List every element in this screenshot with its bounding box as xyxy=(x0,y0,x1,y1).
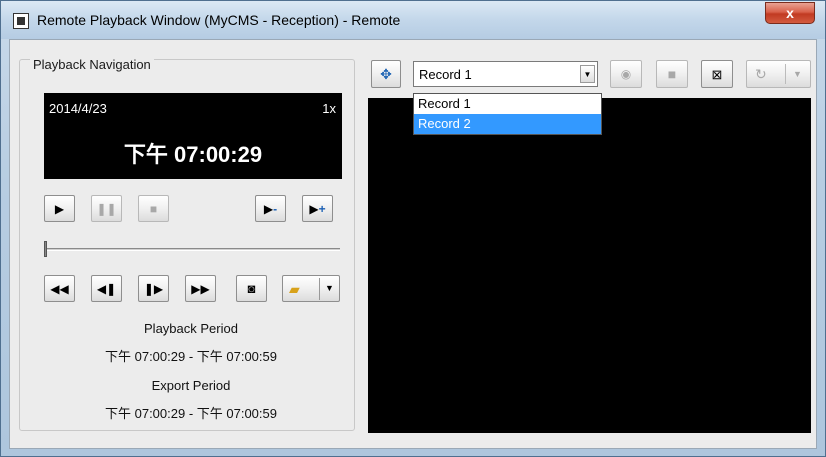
chevron-down-icon[interactable]: ▼ xyxy=(793,69,802,79)
snapshot-icon: ◙ xyxy=(247,281,256,296)
play-button[interactable]: ▶ xyxy=(44,195,75,222)
speed-down-icon: ▶- xyxy=(263,201,278,216)
timeline-slider-thumb[interactable] xyxy=(44,241,47,257)
pause-icon: ❚❚ xyxy=(96,201,117,216)
camera-off-icon: ⊠ xyxy=(711,66,723,82)
close-button[interactable]: x xyxy=(765,2,815,24)
stop-record-button[interactable]: ■ xyxy=(656,60,688,88)
display-date: 2014/4/23 xyxy=(49,101,107,116)
playback-period-label: Playback Period xyxy=(144,321,238,336)
snapshot-button[interactable]: ◙ xyxy=(236,275,267,302)
speed-up-button[interactable]: ▶+ xyxy=(302,195,333,222)
record-select[interactable]: Record 1 ▼ xyxy=(413,61,598,87)
export-icon: ▰ xyxy=(289,280,300,297)
playback-navigation-label: Playback Navigation xyxy=(30,57,154,72)
fast-forward-icon: ▶▶ xyxy=(191,281,210,296)
chevron-down-icon[interactable]: ▼ xyxy=(580,65,595,83)
play-icon: ▶ xyxy=(54,201,65,216)
speed-up-icon: ▶+ xyxy=(309,201,326,216)
record-option-1[interactable]: Record 1 xyxy=(414,94,601,114)
time-display: 2014/4/23 1x 下午 07:00:29 xyxy=(44,93,342,179)
display-speed: 1x xyxy=(322,101,336,116)
chevron-down-icon[interactable]: ▼ xyxy=(325,284,334,293)
ptz-icon: ◉ xyxy=(620,67,632,81)
step-back-icon: ◀❚ xyxy=(96,281,117,296)
fast-rewind-icon: ◀◀ xyxy=(50,281,69,296)
playback-period-value: 下午 07:00:29 - 下午 07:00:59 xyxy=(105,349,277,364)
ptz-button[interactable]: ◉ xyxy=(610,60,642,88)
fast-rewind-button[interactable]: ◀◀ xyxy=(44,275,75,302)
window-title: Remote Playback Window (MyCMS - Receptio… xyxy=(37,12,401,28)
app-icon xyxy=(13,13,29,29)
stop-button[interactable]: ■ xyxy=(138,195,169,222)
stop-icon: ■ xyxy=(149,201,158,216)
display-time: 下午 07:00:29 xyxy=(123,142,263,167)
record-select-value: Record 1 xyxy=(419,67,472,82)
speed-down-button[interactable]: ▶- xyxy=(255,195,286,222)
fast-forward-button[interactable]: ▶▶ xyxy=(185,275,216,302)
record-dropdown-list: Record 1 Record 2 xyxy=(413,93,602,135)
title-bar[interactable]: Remote Playback Window (MyCMS - Receptio… xyxy=(1,1,825,39)
camera-off-button[interactable]: ⊠ xyxy=(701,60,733,88)
fullscreen-button[interactable]: ✥ xyxy=(371,60,401,88)
step-forward-icon: ❚▶ xyxy=(143,281,164,296)
export-period-value: 下午 07:00:29 - 下午 07:00:59 xyxy=(105,406,277,421)
step-forward-button[interactable]: ❚▶ xyxy=(138,275,169,302)
fullscreen-icon: ✥ xyxy=(380,66,392,82)
pause-button[interactable]: ❚❚ xyxy=(91,195,122,222)
timeline-slider-track[interactable] xyxy=(44,248,340,251)
refresh-button[interactable]: ↻ ▼ xyxy=(746,60,811,88)
step-back-button[interactable]: ◀❚ xyxy=(91,275,122,302)
video-view[interactable] xyxy=(368,98,811,433)
stop-record-icon: ■ xyxy=(667,66,677,82)
export-period-label: Export Period xyxy=(151,378,231,393)
refresh-icon: ↻ xyxy=(755,66,767,82)
export-button[interactable]: ▰ ▼ xyxy=(282,275,340,302)
record-option-2[interactable]: Record 2 xyxy=(414,114,601,134)
